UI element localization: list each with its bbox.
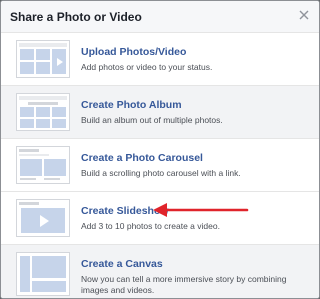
dialog-header: Share a Photo or Video <box>1 1 319 33</box>
carousel-thumbnail-icon <box>16 146 70 184</box>
canvas-thumbnail-icon <box>16 252 70 296</box>
option-create-canvas[interactable]: Create a Canvas Now you can tell a more … <box>1 245 319 298</box>
option-title[interactable]: Create Slideshow <box>81 205 169 217</box>
option-description: Add photos or video to your status. <box>81 62 213 72</box>
option-title[interactable]: Upload Photos/Video <box>81 46 186 58</box>
album-thumbnail-icon <box>16 93 70 131</box>
share-photo-dialog: Share a Photo or Video Upload Photos/Vid… <box>0 0 320 299</box>
share-options-list: Upload Photos/Video Add photos or video … <box>1 33 319 298</box>
close-icon[interactable] <box>297 8 311 22</box>
dialog-title: Share a Photo or Video <box>10 10 142 24</box>
option-create-slideshow[interactable]: Create Slideshow Add 3 to 10 photos to c… <box>1 192 319 245</box>
option-title[interactable]: Create a Canvas <box>81 258 163 270</box>
option-description: Add 3 to 10 photos to create a video. <box>81 221 220 231</box>
option-create-photo-carousel[interactable]: Create a Photo Carousel Build a scrollin… <box>1 139 319 192</box>
upload-thumbnail-icon <box>16 40 70 78</box>
option-title[interactable]: Create a Photo Carousel <box>81 152 203 164</box>
option-description: Build an album out of multiple photos. <box>81 115 223 125</box>
option-description: Now you can tell a more immersive story … <box>81 274 287 295</box>
option-upload-photos-video[interactable]: Upload Photos/Video Add photos or video … <box>1 33 319 86</box>
option-create-photo-album[interactable]: Create Photo Album Build an album out of… <box>1 86 319 139</box>
option-description: Build a scrolling photo carousel with a … <box>81 168 241 178</box>
slideshow-thumbnail-icon <box>16 199 70 237</box>
option-title[interactable]: Create Photo Album <box>81 99 182 111</box>
